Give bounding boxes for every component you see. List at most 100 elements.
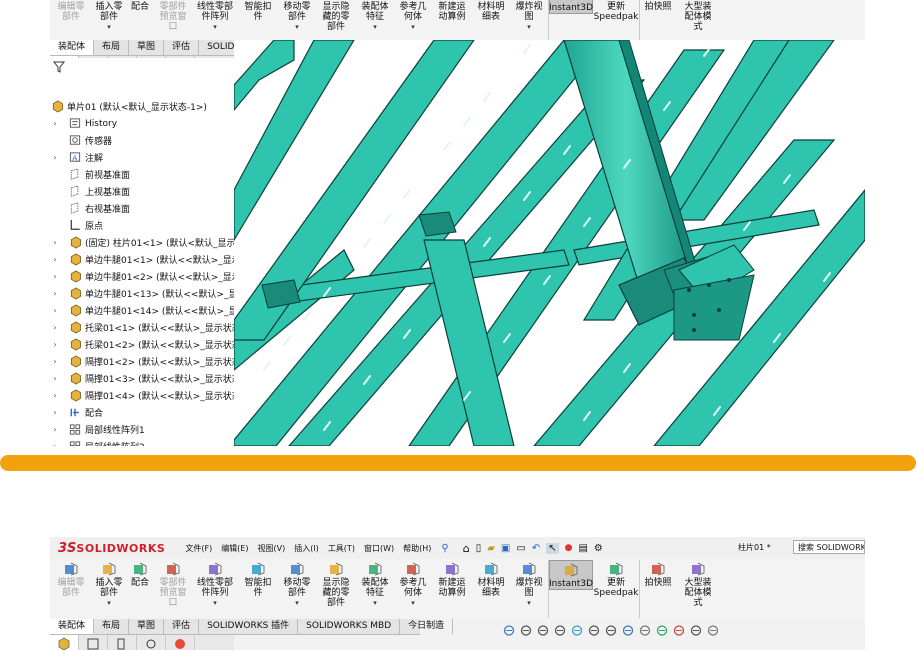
command-tab-2[interactable]: 草图 bbox=[129, 619, 165, 634]
bottom-feature-tree-tab[interactable] bbox=[50, 635, 79, 650]
expand-arrow-icon[interactable]: › bbox=[50, 238, 60, 247]
ribbon-button-10[interactable]: 新建运 动算例 bbox=[432, 0, 472, 22]
ribbon-button-12[interactable]: 爆炸视 图 ▾ bbox=[510, 0, 548, 32]
tree-root[interactable]: 单片01 (默认<默认_显示状态-1>) bbox=[50, 98, 207, 115]
search-input[interactable]: 搜索 SOLIDWORKS bbox=[793, 540, 865, 554]
command-tab-4[interactable]: SOLIDWORKS 插件 bbox=[199, 619, 299, 634]
expand-arrow-icon[interactable]: › bbox=[50, 323, 60, 332]
tree-node[interactable]: 原点 bbox=[50, 217, 103, 234]
ribbon-button-9[interactable]: 参考几 何体 ▾ bbox=[394, 560, 432, 608]
bottom-property-manager-tab[interactable] bbox=[79, 635, 108, 650]
ribbon-button-3[interactable]: 零部件 预览窗 口 bbox=[154, 560, 192, 608]
tree-node[interactable]: › History bbox=[50, 115, 117, 132]
ribbon-button-16[interactable]: 大型装 配体模 式 bbox=[676, 560, 720, 608]
save-icon[interactable]: ▣ bbox=[501, 543, 510, 554]
dropdown-arrow-icon[interactable]: ▾ bbox=[213, 22, 217, 32]
expand-arrow-icon[interactable]: › bbox=[50, 374, 60, 383]
file-properties-icon[interactable]: ▤ bbox=[578, 543, 587, 554]
dropdown-arrow-icon[interactable]: ▾ bbox=[527, 22, 531, 32]
dropdown-arrow-icon[interactable]: ▾ bbox=[107, 598, 111, 608]
tree-node[interactable]: › 单边牛腿01<13> (默认<<默认>_显示 bbox=[50, 285, 234, 302]
edit-appearance-icon[interactable] bbox=[655, 624, 669, 637]
tree-node[interactable]: › 隔撑01<3> (默认<<默认>_显示状态 bbox=[50, 370, 234, 387]
menu-item-3[interactable]: 插入(I) bbox=[294, 543, 319, 554]
tree-node[interactable]: › 托梁01<1> (默认<<默认>_显示状态 bbox=[50, 319, 234, 336]
dropdown-arrow-icon[interactable]: ▾ bbox=[411, 22, 415, 32]
tree-node[interactable]: › 单边牛腿01<1> (默认<<默认>_显示状 bbox=[50, 251, 234, 268]
ribbon-button-7[interactable]: 显示隐 藏的零 部件 bbox=[316, 560, 356, 608]
expand-arrow-icon[interactable]: › bbox=[50, 391, 60, 400]
tree-node[interactable]: › 单边牛腿01<2> (默认<<默认>_显示状 bbox=[50, 268, 234, 285]
ribbon-button-16[interactable]: 大型装 配体模 式 bbox=[676, 0, 720, 32]
ribbon-button-0[interactable]: 编辑零 部件 bbox=[50, 560, 92, 598]
print-icon[interactable]: ▭ bbox=[516, 543, 525, 554]
expand-arrow-icon[interactable]: › bbox=[50, 289, 60, 298]
expand-arrow-icon[interactable]: › bbox=[50, 442, 60, 446]
dropdown-arrow-icon[interactable]: ▾ bbox=[107, 22, 111, 32]
menu-item-1[interactable]: 编辑(E) bbox=[221, 543, 248, 554]
select-pointer-icon[interactable]: ↖ bbox=[546, 542, 559, 554]
dropdown-arrow-icon[interactable]: ▾ bbox=[373, 22, 377, 32]
expand-arrow-icon[interactable]: › bbox=[50, 119, 60, 128]
ribbon-button-4[interactable]: 线性零部 件阵列 ▾ bbox=[192, 0, 238, 32]
new-document-icon[interactable]: ▯ bbox=[476, 543, 482, 554]
ribbon-button-8[interactable]: 装配体 特征 ▾ bbox=[356, 0, 394, 32]
ribbon-button-8[interactable]: 装配体 特征 ▾ bbox=[356, 560, 394, 608]
dropdown-arrow-icon[interactable]: ▾ bbox=[295, 598, 299, 608]
tree-node[interactable]: › 隔撑01<2> (默认<<默认>_显示状态 bbox=[50, 353, 234, 370]
ribbon-button-0[interactable]: 编辑零 部件 bbox=[50, 0, 92, 22]
ribbon-button-15[interactable]: 拍快照 bbox=[640, 560, 676, 588]
ribbon-button-13[interactable]: Instant3D bbox=[549, 0, 593, 14]
command-tab-2[interactable]: 草图 bbox=[129, 40, 165, 55]
tree-node[interactable]: › 单边牛腿01<14> (默认<<默认>_显示 bbox=[50, 302, 234, 319]
command-tab-3[interactable]: 评估 bbox=[164, 40, 200, 55]
zoom-to-fit-icon[interactable] bbox=[519, 624, 533, 637]
tree-node[interactable]: › 配合 bbox=[50, 404, 103, 421]
ribbon-button-5[interactable]: 智能扣 件 bbox=[238, 0, 278, 22]
ribbon-button-11[interactable]: 材料明 细表 bbox=[472, 560, 510, 598]
expand-arrow-icon[interactable]: › bbox=[50, 357, 60, 366]
dropdown-arrow-icon[interactable]: ▾ bbox=[527, 598, 531, 608]
view-orientation-cube-icon[interactable] bbox=[604, 624, 618, 637]
ribbon-button-1[interactable]: 插入零 部件 ▾ bbox=[92, 0, 126, 32]
graphics-viewport[interactable] bbox=[234, 40, 865, 446]
ribbon-button-9[interactable]: 参考几 何体 ▾ bbox=[394, 0, 432, 32]
menu-item-6[interactable]: 帮助(H) bbox=[403, 543, 431, 554]
ribbon-button-11[interactable]: 材料明 细表 bbox=[472, 0, 510, 22]
ribbon-button-2[interactable]: 配合 bbox=[126, 560, 154, 588]
dropdown-arrow-icon[interactable]: ▾ bbox=[213, 598, 217, 608]
expand-arrow-icon[interactable]: › bbox=[50, 153, 60, 162]
command-tab-1[interactable]: 布局 bbox=[94, 40, 130, 55]
pin-icon[interactable]: ⚲ bbox=[441, 543, 448, 554]
undo-icon[interactable]: ↶ bbox=[532, 543, 540, 554]
dropdown-arrow-icon[interactable]: ▾ bbox=[295, 22, 299, 32]
ribbon-button-13[interactable]: Instant3D bbox=[549, 560, 593, 590]
expand-arrow-icon[interactable]: › bbox=[50, 306, 60, 315]
tree-node[interactable]: › 托梁01<2> (默认<<默认>_显示状态 bbox=[50, 336, 234, 353]
filter-icon[interactable] bbox=[52, 60, 68, 74]
view-settings-icon[interactable] bbox=[689, 624, 703, 637]
tree-node[interactable]: › 局部线性阵列1 bbox=[50, 421, 145, 438]
tree-node[interactable]: › 隔撑01<4> (默认<<默认>_显示状态 bbox=[50, 387, 234, 404]
home-icon[interactable]: ⌂ bbox=[463, 542, 470, 555]
tree-node[interactable]: 前视基准面 bbox=[50, 166, 130, 183]
command-tab-0[interactable]: 装配体 bbox=[50, 619, 95, 634]
tree-node[interactable]: 传感器 bbox=[50, 132, 112, 149]
ribbon-button-6[interactable]: 移动零 部件 ▾ bbox=[278, 560, 316, 608]
section-view-icon[interactable] bbox=[570, 624, 584, 637]
zoom-area-icon[interactable] bbox=[536, 624, 550, 637]
bottom-configuration-manager-tab[interactable] bbox=[108, 635, 137, 650]
tree-node[interactable]: › A 注解 bbox=[50, 149, 103, 166]
menu-item-0[interactable]: 文件(F) bbox=[185, 543, 212, 554]
ribbon-button-6[interactable]: 移动零 部件 ▾ bbox=[278, 0, 316, 32]
tree-node[interactable]: › (固定) 柱片01<1> (默认<默认_显示状 bbox=[50, 234, 234, 251]
ribbon-button-2[interactable]: 配合 bbox=[126, 0, 154, 12]
tree-node[interactable]: 右视基准面 bbox=[50, 200, 130, 217]
ribbon-button-14[interactable]: 更新 Speedpak bbox=[593, 0, 639, 22]
monitor-icon[interactable] bbox=[706, 624, 720, 637]
options-gear-icon[interactable]: ⚙ bbox=[594, 543, 603, 554]
ribbon-button-4[interactable]: 线性零部 件阵列 ▾ bbox=[192, 560, 238, 608]
command-tab-1[interactable]: 布局 bbox=[94, 619, 130, 634]
tree-node[interactable]: › 局部线性阵列2 bbox=[50, 438, 145, 446]
expand-arrow-icon[interactable]: › bbox=[50, 255, 60, 264]
